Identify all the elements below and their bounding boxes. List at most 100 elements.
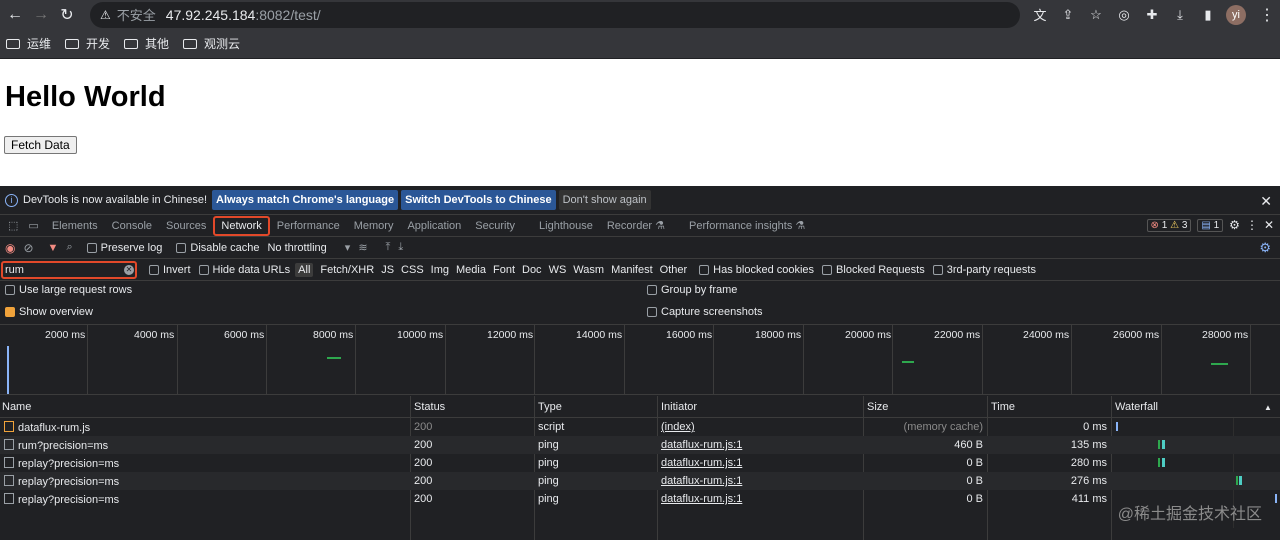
- avatar[interactable]: yi: [1226, 4, 1246, 25]
- url-path: :8082/test/: [255, 6, 321, 23]
- tab-console[interactable]: Console: [105, 220, 159, 232]
- table-row[interactable]: replay?precision=ms 200 ping dataflux-ru…: [0, 472, 1280, 490]
- tab-memory[interactable]: Memory: [347, 220, 401, 232]
- capture-screenshots-checkbox[interactable]: Capture screenshots: [647, 306, 763, 318]
- search-icon[interactable]: ⌕: [66, 241, 72, 254]
- initiator-link[interactable]: (index): [661, 421, 695, 433]
- reload-icon[interactable]: ↻: [56, 4, 78, 26]
- throttling-select[interactable]: No throttling ▾: [267, 241, 350, 254]
- puzzle-icon[interactable]: ✚: [1138, 7, 1166, 23]
- menu-kebab-icon[interactable]: ⋮: [1256, 4, 1278, 26]
- bookmark-folder[interactable]: 开发: [65, 35, 110, 52]
- filter-type-media[interactable]: Media: [456, 264, 486, 276]
- import-har-icon[interactable]: ⤒: [386, 241, 391, 254]
- sort-ascending-icon[interactable]: ▲: [1264, 403, 1272, 412]
- filter-input[interactable]: rum ✕: [1, 260, 137, 279]
- hide-data-urls-checkbox[interactable]: Hide data URLs: [198, 264, 290, 276]
- inspect-icon[interactable]: ⬚: [4, 219, 22, 232]
- blocked-cookies-checkbox[interactable]: Has blocked cookies: [699, 264, 814, 276]
- issue-counter[interactable]: ⊗ 1 ⚠ 3: [1146, 218, 1192, 232]
- match-language-button[interactable]: Always match Chrome's language: [212, 190, 399, 210]
- settings-gear-icon[interactable]: ⚙: [1229, 218, 1240, 232]
- dont-show-again-button[interactable]: Don't show again: [558, 190, 651, 210]
- filter-type-img[interactable]: Img: [431, 264, 449, 276]
- bookmark-folder[interactable]: 其他: [124, 35, 169, 52]
- tab-security[interactable]: Security: [468, 220, 522, 232]
- filter-funnel-icon[interactable]: ▼: [48, 242, 59, 254]
- table-row[interactable]: dataflux-rum.js 200 script (index) (memo…: [0, 418, 1280, 436]
- close-icon[interactable]: ✕: [1260, 193, 1272, 210]
- filter-type-ws[interactable]: WS: [549, 264, 567, 276]
- filter-type-manifest[interactable]: Manifest: [611, 264, 653, 276]
- tab-performance[interactable]: Performance: [270, 220, 347, 232]
- filter-type-css[interactable]: CSS: [401, 264, 424, 276]
- table-row[interactable]: replay?precision=ms 200 ping dataflux-ru…: [0, 454, 1280, 472]
- table-row[interactable]: replay?precision=ms 200 ping dataflux-ru…: [0, 490, 1280, 508]
- network-overview[interactable]: 2000 ms 4000 ms 6000 ms 8000 ms 10000 ms…: [0, 325, 1280, 395]
- group-by-frame-checkbox[interactable]: Group by frame: [647, 284, 737, 296]
- forward-arrow-icon[interactable]: →: [30, 4, 52, 26]
- message-counter[interactable]: ▤ 1: [1197, 218, 1224, 232]
- security-label: 不安全: [116, 8, 156, 23]
- clear-filter-icon[interactable]: ✕: [124, 264, 134, 275]
- folder-icon: [6, 38, 20, 49]
- column-name[interactable]: Name: [2, 401, 31, 413]
- more-kebab-icon[interactable]: ⋮: [1246, 218, 1258, 232]
- initiator-link[interactable]: dataflux-rum.js:1: [661, 493, 742, 505]
- translate-icon[interactable]: 文: [1026, 5, 1054, 24]
- column-status[interactable]: Status: [414, 401, 445, 413]
- bookmark-folder[interactable]: 观测云: [183, 35, 240, 52]
- column-time[interactable]: Time: [991, 401, 1015, 413]
- blocked-requests-checkbox[interactable]: Blocked Requests: [822, 264, 925, 276]
- address-bar[interactable]: ⚠ 不安全 47.92.245.184 :8082/test/: [90, 1, 1020, 28]
- filter-type-doc[interactable]: Doc: [522, 264, 542, 276]
- tab-lighthouse[interactable]: Lighthouse: [532, 220, 600, 232]
- export-har-icon[interactable]: ⤓: [398, 241, 403, 254]
- column-type[interactable]: Type: [538, 401, 562, 413]
- tab-sources[interactable]: Sources: [159, 220, 213, 232]
- wifi-conditions-icon[interactable]: ≋: [358, 241, 367, 254]
- filter-type-wasm[interactable]: Wasm: [573, 264, 604, 276]
- overview-tick-label: 26000 ms: [1113, 329, 1160, 341]
- tab-recorder[interactable]: Recorder ⚗: [600, 219, 672, 232]
- switch-chinese-button[interactable]: Switch DevTools to Chinese: [401, 190, 556, 210]
- filter-type-font[interactable]: Font: [493, 264, 515, 276]
- network-settings-gear-icon[interactable]: ⚙: [1259, 240, 1271, 256]
- invert-checkbox[interactable]: Invert: [149, 264, 191, 276]
- column-waterfall[interactable]: Waterfall: [1115, 401, 1158, 413]
- overview-tick-label: 10000 ms: [397, 329, 444, 341]
- tab-network[interactable]: Network: [213, 215, 270, 236]
- show-overview-checkbox[interactable]: Show overview: [5, 306, 93, 318]
- filter-type-js[interactable]: JS: [381, 264, 394, 276]
- tab-performance-insights[interactable]: Performance insights ⚗: [682, 219, 812, 232]
- bookmark-folder[interactable]: 运维: [6, 35, 51, 52]
- initiator-link[interactable]: dataflux-rum.js:1: [661, 457, 742, 469]
- filter-type-other[interactable]: Other: [660, 264, 688, 276]
- share-icon[interactable]: ⇪: [1054, 7, 1082, 23]
- large-rows-checkbox[interactable]: Use large request rows: [5, 284, 132, 296]
- initiator-link[interactable]: dataflux-rum.js:1: [661, 439, 742, 451]
- devtools-close-icon[interactable]: ✕: [1264, 218, 1274, 232]
- back-arrow-icon[interactable]: ←: [4, 4, 26, 26]
- record-stop-icon[interactable]: ◉: [5, 241, 15, 255]
- devtools-tabs: ⬚ ▭ Elements Console Sources Network Per…: [0, 215, 1280, 237]
- tab-elements[interactable]: Elements: [45, 220, 105, 232]
- third-party-checkbox[interactable]: 3rd-party requests: [932, 264, 1036, 276]
- extension-color-icon[interactable]: ◎: [1110, 7, 1138, 23]
- table-row[interactable]: rum?precision=ms 200 ping dataflux-rum.j…: [0, 436, 1280, 454]
- sidepanel-icon[interactable]: ▮: [1194, 7, 1222, 23]
- device-toggle-icon[interactable]: ▭: [22, 219, 44, 232]
- column-initiator[interactable]: Initiator: [661, 401, 697, 413]
- filter-type-all[interactable]: All: [295, 262, 314, 277]
- clear-icon[interactable]: ⊘: [23, 241, 33, 255]
- initiator-link[interactable]: dataflux-rum.js:1: [661, 475, 742, 487]
- column-size[interactable]: Size: [867, 401, 888, 413]
- disable-cache-checkbox[interactable]: Disable cache: [176, 242, 259, 254]
- tab-application[interactable]: Application: [400, 220, 468, 232]
- waterfall-bar: [1236, 476, 1238, 485]
- preserve-log-checkbox[interactable]: Preserve log: [86, 242, 162, 254]
- filter-type-fetch-xhr[interactable]: Fetch/XHR: [320, 264, 374, 276]
- bookmark-star-icon[interactable]: ☆: [1082, 7, 1110, 23]
- download-icon[interactable]: ⤓: [1166, 7, 1194, 23]
- fetch-data-button[interactable]: Fetch Data: [4, 136, 77, 154]
